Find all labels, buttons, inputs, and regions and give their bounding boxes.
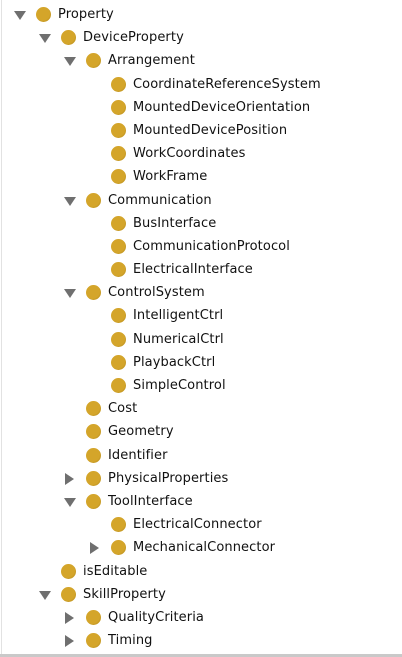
class-circle-icon (61, 586, 76, 602)
tree-node-label[interactable]: WorkFrame (133, 165, 207, 188)
tree-node[interactable]: PhysicalProperties (0, 467, 402, 490)
expand-triangle-icon[interactable] (63, 55, 76, 67)
class-circle-icon (86, 609, 101, 625)
class-circle-icon (111, 517, 126, 533)
expand-triangle-icon[interactable] (63, 496, 76, 508)
class-circle-icon (86, 447, 101, 463)
class-circle-icon (111, 146, 126, 162)
class-circle-icon (111, 378, 126, 393)
class-circle-icon (111, 99, 126, 115)
tree-node[interactable]: Cost (0, 397, 402, 420)
tree-node[interactable]: NumericalCtrl (0, 328, 402, 351)
expand-triangle-icon[interactable] (63, 195, 76, 207)
class-circle-icon (111, 238, 126, 254)
expand-triangle-icon[interactable] (13, 9, 26, 21)
tree-node[interactable]: ControlSystem (0, 281, 402, 304)
tree-node-label[interactable]: IntelligentCtrl (133, 304, 223, 327)
class-circle-icon (86, 285, 101, 301)
tree-node[interactable]: Arrangement (0, 49, 402, 72)
tree-node[interactable]: PlaybackCtrl (0, 351, 402, 374)
class-circle-icon (86, 633, 101, 649)
tree-node-label[interactable]: NumericalCtrl (133, 328, 224, 351)
tree-node-label[interactable]: ControlSystem (108, 281, 205, 304)
tree-node[interactable]: IntelligentCtrl (0, 304, 402, 327)
tree-node-label[interactable]: ElectricalInterface (133, 258, 253, 281)
tree-node-label[interactable]: Timing (108, 629, 153, 652)
tree-node[interactable]: DeviceProperty (0, 26, 402, 49)
class-circle-icon (86, 192, 101, 208)
class-circle-icon (86, 53, 101, 69)
tree-node-label[interactable]: CoordinateReferenceSystem (133, 73, 321, 96)
tree-node-label[interactable]: Cost (108, 397, 137, 420)
tree-node[interactable]: CoordinateReferenceSystem (0, 73, 402, 96)
tree-node-label[interactable]: SkillProperty (83, 583, 166, 606)
tree-node-label[interactable]: CommunicationProtocol (133, 235, 290, 258)
class-circle-icon (86, 424, 101, 440)
class-circle-icon (86, 493, 101, 509)
class-circle-icon (111, 331, 126, 347)
tree-node-label[interactable]: DeviceProperty (83, 26, 184, 49)
class-circle-icon (36, 7, 51, 22)
expand-triangle-icon[interactable] (38, 32, 51, 44)
tree-node-label[interactable]: ElectricalConnector (133, 513, 262, 536)
tree-node-label[interactable]: MechanicalConnector (133, 536, 275, 559)
tree-node-label[interactable]: SimpleControl (133, 374, 226, 397)
tree-node[interactable]: ToolInterface (0, 490, 402, 513)
tree-node-label[interactable]: ToolInterface (108, 490, 193, 513)
class-circle-icon (86, 401, 101, 417)
tree-node[interactable]: MountedDeviceOrientation (0, 96, 402, 119)
tree-node[interactable]: Communication (0, 189, 402, 212)
collapse-triangle-icon[interactable] (88, 542, 100, 555)
tree-node[interactable]: Geometry (0, 420, 402, 443)
collapse-triangle-icon[interactable] (63, 635, 75, 648)
tree-node[interactable]: WorkFrame (0, 165, 402, 188)
tree-node-label[interactable]: Identifier (108, 444, 168, 467)
class-circle-icon (111, 308, 126, 324)
collapse-triangle-icon[interactable] (63, 611, 75, 624)
tree-node-label[interactable]: Arrangement (108, 49, 195, 72)
tree-node-label[interactable]: Property (58, 3, 114, 26)
tree-node[interactable]: Property (0, 3, 402, 26)
class-hierarchy-tree[interactable]: Property DeviceProperty Arrangement Coordin… (0, 3, 402, 652)
class-circle-icon (111, 169, 126, 185)
tree-node[interactable]: ElectricalConnector (0, 513, 402, 536)
expand-triangle-icon[interactable] (38, 589, 51, 601)
tree-node[interactable]: BusInterface (0, 212, 402, 235)
tree-node-label[interactable]: isEditable (83, 560, 147, 583)
tree-node[interactable]: MechanicalConnector (0, 536, 402, 559)
tree-node-label[interactable]: MountedDevicePosition (133, 119, 287, 142)
class-circle-icon (111, 215, 126, 231)
tree-node[interactable]: MountedDevicePosition (0, 119, 402, 142)
collapse-triangle-icon[interactable] (63, 472, 75, 485)
class-circle-icon (111, 354, 126, 370)
class-circle-icon (61, 30, 76, 46)
tree-node-label[interactable]: PlaybackCtrl (133, 351, 215, 374)
class-circle-icon (111, 76, 126, 92)
tree-node[interactable]: Timing (0, 629, 402, 652)
class-circle-icon (61, 563, 76, 579)
tree-node[interactable]: SimpleControl (0, 374, 402, 397)
class-circle-icon (111, 122, 126, 138)
tree-node-label[interactable]: Communication (108, 189, 212, 212)
tree-node-label[interactable]: Geometry (108, 420, 174, 443)
class-circle-icon (86, 470, 101, 486)
tree-node-label[interactable]: MountedDeviceOrientation (133, 96, 310, 119)
tree-node[interactable]: ElectricalInterface (0, 258, 402, 281)
tree-node[interactable]: isEditable (0, 560, 402, 583)
tree-node[interactable]: WorkCoordinates (0, 142, 402, 165)
tree-node[interactable]: CommunicationProtocol (0, 235, 402, 258)
tree-node[interactable]: QualityCriteria (0, 606, 402, 629)
tree-node[interactable]: Identifier (0, 444, 402, 467)
class-circle-icon (111, 262, 126, 278)
class-circle-icon (111, 540, 126, 556)
tree-node-label[interactable]: QualityCriteria (108, 606, 204, 629)
expand-triangle-icon[interactable] (63, 287, 76, 299)
tree-node-label[interactable]: BusInterface (133, 212, 216, 235)
tree-node-label[interactable]: PhysicalProperties (108, 467, 228, 490)
tree-node[interactable]: SkillProperty (0, 583, 402, 606)
tree-node-label[interactable]: WorkCoordinates (133, 142, 245, 165)
